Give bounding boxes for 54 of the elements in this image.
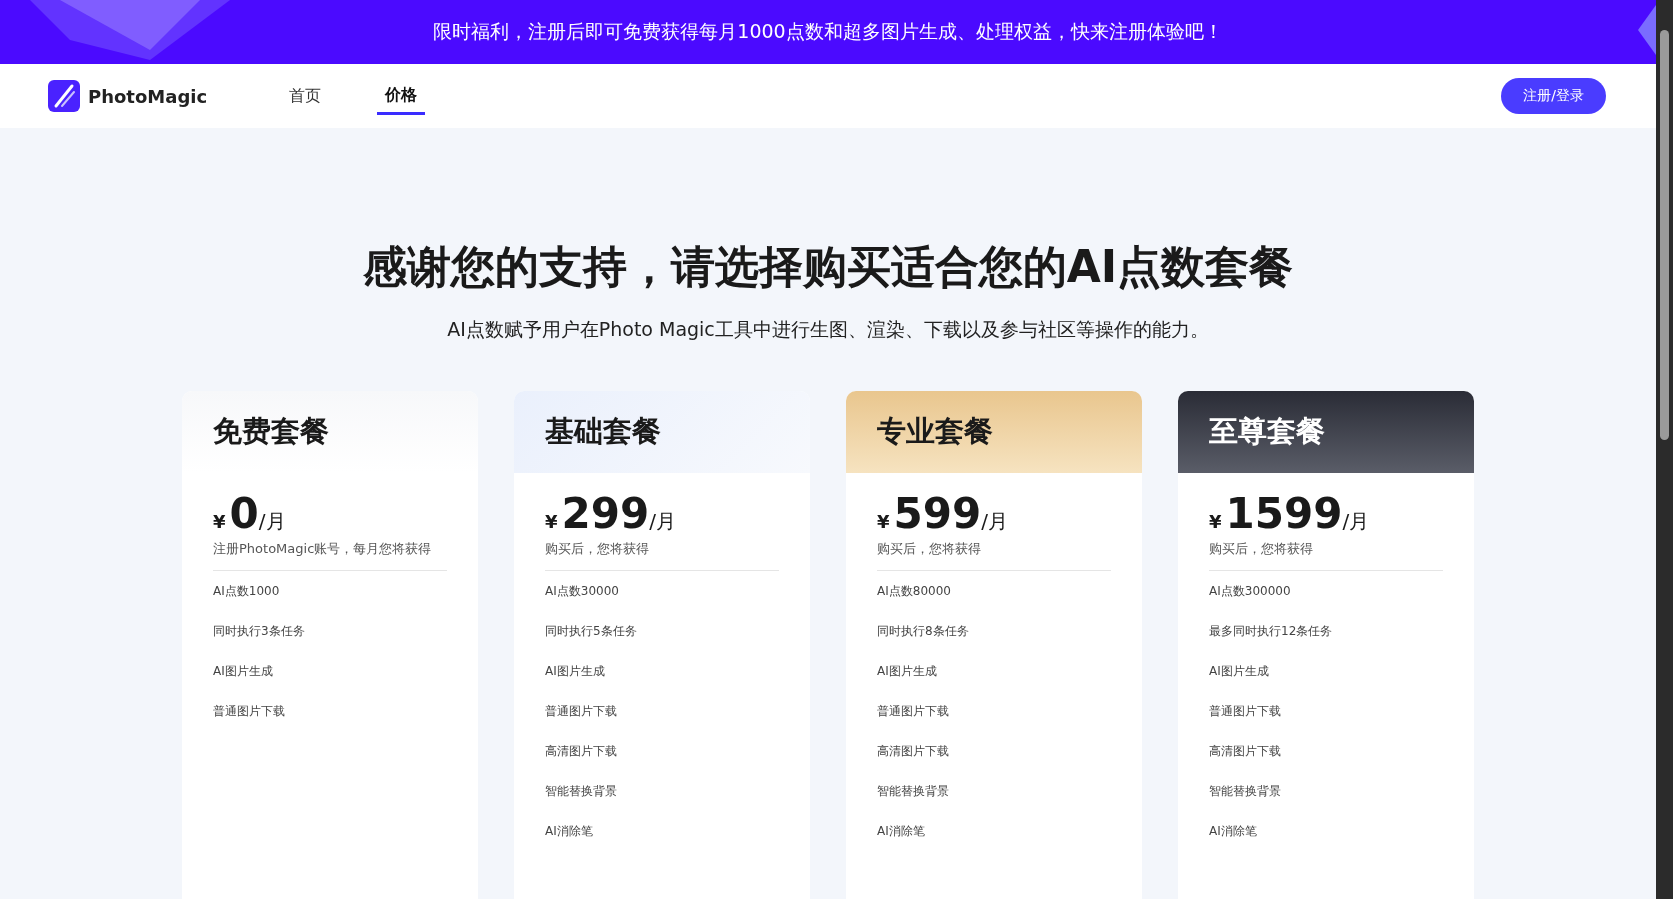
price-unit: /月 — [1342, 509, 1370, 535]
plan-feature: 普通图片下载 — [213, 703, 286, 721]
plan-note: 购买后，您将获得 — [877, 542, 982, 557]
plan-feature: AI点数80000 — [877, 583, 952, 601]
price-unit: /月 — [258, 509, 286, 535]
plan-name: 至尊套餐 — [1209, 413, 1325, 450]
plan-feature: 普通图片下载 — [545, 703, 618, 721]
plan-feature: 高清图片下载 — [1209, 743, 1282, 761]
plan-feature: 同时执行3条任务 — [213, 623, 306, 641]
plan-feature: AI点数30000 — [545, 583, 620, 601]
plan-feature: 智能替换背景 — [1209, 783, 1282, 801]
scrollbar[interactable] — [1656, 0, 1673, 899]
plan-name: 免费套餐 — [213, 413, 329, 450]
price-unit: /月 — [981, 509, 1008, 535]
plan-feature: AI消除笔 — [1209, 823, 1258, 841]
page-subtitle: AI点数赋予用户在Photo Magic工具中进行生图、渲染、下载以及参与社区等操作的能力。 — [447, 317, 1209, 342]
plan-feature: 高清图片下载 — [877, 743, 950, 761]
nav-tab[interactable]: 首页 — [281, 77, 330, 115]
plan-feature: 同时执行5条任务 — [545, 623, 638, 641]
plan-feature: 智能替换背景 — [545, 783, 618, 801]
plan-price: 1599 — [1225, 489, 1343, 538]
logo-icon — [48, 80, 80, 112]
currency-symbol: ¥ — [213, 511, 226, 532]
plan-feature: AI图片生成 — [877, 663, 938, 681]
plan-price: 599 — [893, 489, 982, 538]
brand-name: PhotoMagic — [88, 85, 208, 107]
plan-price: 0 — [229, 489, 259, 538]
plan-feature: 最多同时执行12条任务 — [1209, 623, 1334, 641]
promo-text: 限时福利，注册后即可免费获得每月1000点数和超多图片生成、处理权益，快来注册体验吧！ — [433, 19, 1223, 44]
plan-note: 购买后，您将获得 — [1209, 542, 1314, 557]
plan-note: 注册PhotoMagic账号，每月您将获得 — [213, 542, 433, 557]
page-heading: 感谢您的支持，请选择购买适合您的AI点数套餐 — [362, 240, 1294, 294]
currency-symbol: ¥ — [545, 511, 558, 532]
register-login-button[interactable]: 注册/登录 — [1501, 78, 1606, 114]
plan-name: 基础套餐 — [545, 413, 661, 450]
plan-feature: AI图片生成 — [545, 663, 606, 681]
plan-feature: 普通图片下载 — [877, 703, 950, 721]
plan-feature: AI图片生成 — [1209, 663, 1270, 681]
plan-feature: 高清图片下载 — [545, 743, 618, 761]
plan-price: 299 — [561, 489, 650, 538]
currency-symbol: ¥ — [1209, 511, 1222, 532]
plan-feature: 普通图片下载 — [1209, 703, 1282, 721]
plan-feature: AI消除笔 — [877, 823, 926, 841]
plan-feature: AI图片生成 — [213, 663, 274, 681]
plan-feature: AI消除笔 — [545, 823, 594, 841]
nav-tab[interactable]: 价格 — [377, 77, 426, 115]
plan-feature: AI点数1000 — [213, 583, 281, 601]
currency-symbol: ¥ — [877, 511, 890, 532]
plan-feature: AI点数300000 — [1209, 583, 1292, 601]
plan-feature: 同时执行8条任务 — [877, 623, 970, 641]
plan-note: 购买后，您将获得 — [545, 542, 650, 557]
price-unit: /月 — [649, 509, 676, 535]
plan-name: 专业套餐 — [877, 413, 993, 450]
plan-feature: 智能替换背景 — [877, 783, 950, 801]
